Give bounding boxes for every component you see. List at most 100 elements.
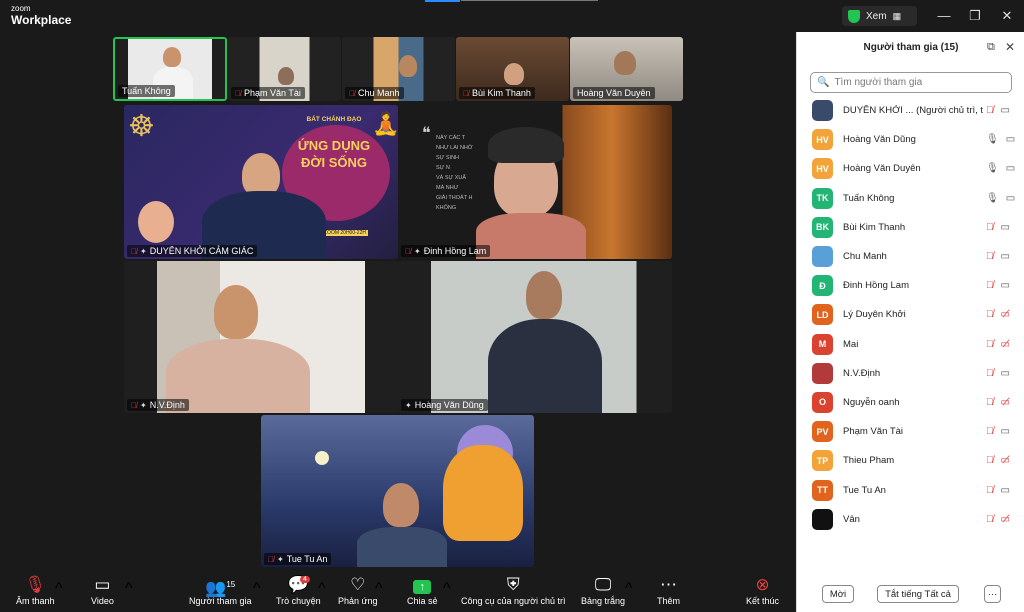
camera-off-icon[interactable]: ▭̸ xyxy=(1001,397,1010,408)
name-tag: 🎙̸ ✦ DUYÊN KHỞI CẢM GIÁC xyxy=(127,245,258,257)
close-window-button[interactable]: ✕ xyxy=(999,8,1015,24)
avatar: Đ xyxy=(812,275,833,297)
whiteboard-icon: 🖵 xyxy=(594,575,612,594)
mic-off-icon[interactable]: 🎙̸ xyxy=(986,426,994,437)
camera-on-icon[interactable]: ▭ xyxy=(1001,251,1010,262)
close-panel-icon[interactable]: ✕ xyxy=(1005,40,1015,54)
mic-off-icon[interactable]: 🎙̸ xyxy=(986,251,994,262)
participant-row[interactable]: O Nguyễn oanh 🎙̸ ▭̸ xyxy=(797,388,1024,417)
mic-off-icon[interactable]: 🎙̸ xyxy=(986,397,994,408)
participant-row[interactable]: HV Hoàng Văn Duyên 🎙 ▭ xyxy=(797,154,1024,183)
camera-on-icon[interactable]: ▭ xyxy=(1001,105,1010,116)
mic-off-icon[interactable]: 🎙̸ xyxy=(986,368,994,379)
participant-row[interactable]: PV Phạm Văn Tài 🎙̸ ▭ xyxy=(797,417,1024,446)
camera-on-icon[interactable]: ▭ xyxy=(1001,280,1010,291)
participant-search[interactable]: 🔍 xyxy=(810,72,1012,93)
chat-options-caret[interactable]: ^ xyxy=(318,580,326,598)
share-button[interactable]: ↑ Chia sẻ xyxy=(407,574,438,606)
video-tile-hoang-van-dung[interactable]: ✦ Hoàng Văn Dũng xyxy=(398,261,672,413)
video-tile-bui-kim-thanh[interactable]: 🎙̸ Bùi Kim Thanh xyxy=(456,37,569,101)
video-button[interactable]: ▭ Video xyxy=(91,574,114,606)
popout-icon[interactable]: ⧉ xyxy=(987,41,995,54)
restore-button[interactable]: ❐ xyxy=(967,8,983,24)
whiteboard-button[interactable]: 🖵 Bảng trắng xyxy=(581,574,625,606)
video-tile-duyen-khoi[interactable]: ☸ BÁT CHÁNH ĐẠO ỨNG DỤNG ĐỜI SỐNG ZOOM 2… xyxy=(124,105,398,259)
video-tile-tue-tu-an[interactable]: 🎙̸ ✦ Tue Tu An xyxy=(261,415,534,567)
pin-icon: ✦ xyxy=(277,554,284,564)
participant-row[interactable]: M Mai 🎙̸ ▭̸ xyxy=(797,330,1024,359)
participant-row[interactable]: Vân 🎙̸ ▭̸ xyxy=(797,505,1024,534)
video-tile-hoang-van-duyen[interactable]: Hoàng Văn Duyên xyxy=(570,37,683,101)
avatar: LD xyxy=(812,304,833,326)
video-tile-chu-manh[interactable]: 🎙̸ Chu Manh xyxy=(342,37,455,101)
chat-label: Trò chuyện xyxy=(276,596,321,606)
mic-off-icon[interactable]: 🎙̸ xyxy=(986,105,994,116)
audio-label: Âm thanh xyxy=(16,596,55,606)
video-tile-tuan-khong[interactable]: Tuấn Không xyxy=(113,37,227,101)
video-tile-nv-dinh[interactable]: 🎙̸ ✦ N.V.Định xyxy=(124,261,398,413)
reactions-options-caret[interactable]: ^ xyxy=(375,580,383,598)
view-button[interactable]: Xem ▦ xyxy=(842,6,917,26)
participant-status-icons: 🎙̸ ▭̸ xyxy=(986,514,1010,525)
participant-row[interactable]: HV Hoàng Văn Dũng 🎙 ▭ xyxy=(797,125,1024,154)
participant-video xyxy=(504,63,524,85)
participant-status-icons: 🎙̸ ▭ xyxy=(986,368,1010,379)
camera-on-icon[interactable]: ▭ xyxy=(1001,222,1010,233)
reactions-button[interactable]: ♡ Phản ứng xyxy=(338,574,378,606)
audio-button[interactable]: 🎙 Âm thanh xyxy=(16,574,55,606)
audio-options-caret[interactable]: ^ xyxy=(55,580,63,598)
video-tile-pham-van-tai[interactable]: 🎙̸ Phạm Văn Tài xyxy=(228,37,341,101)
meeting-toolbar: 🎙 Âm thanh ^ ▭ Video ^ 👥15 Người tham gi… xyxy=(0,570,796,612)
participant-video xyxy=(614,51,636,75)
chat-button[interactable]: 💬 4 Trò chuyện xyxy=(276,574,321,606)
participant-row[interactable]: LD Lý Duyên Khởi 🎙̸ ▭̸ xyxy=(797,300,1024,329)
camera-on-icon[interactable]: ▭ xyxy=(1001,426,1010,437)
minimize-button[interactable]: — xyxy=(936,8,952,23)
participant-hair xyxy=(488,127,564,163)
participant-video xyxy=(278,67,294,85)
mic-on-icon[interactable]: 🎙 xyxy=(986,163,999,174)
camera-off-icon[interactable]: ▭̸ xyxy=(1001,339,1010,350)
camera-off-icon[interactable]: ▭̸ xyxy=(1001,309,1010,320)
camera-on-icon[interactable]: ▭ xyxy=(1006,134,1015,145)
participant-row[interactable]: BK Bùi Kim Thanh 🎙̸ ▭ xyxy=(797,213,1024,242)
mic-off-icon[interactable]: 🎙̸ xyxy=(986,455,994,466)
camera-off-icon[interactable]: ▭̸ xyxy=(1001,455,1010,466)
participant-row[interactable]: N.V.Định 🎙̸ ▭ xyxy=(797,359,1024,388)
participant-row[interactable]: TT Tue Tu An 🎙̸ ▭ xyxy=(797,475,1024,504)
camera-on-icon[interactable]: ▭ xyxy=(1001,485,1010,496)
whiteboard-options-caret[interactable]: ^ xyxy=(625,580,633,598)
participants-options-caret[interactable]: ^ xyxy=(253,580,261,598)
mic-on-icon[interactable]: 🎙 xyxy=(986,193,999,204)
participants-icon: 👥15 xyxy=(205,578,236,598)
mic-off-icon[interactable]: 🎙̸ xyxy=(986,339,994,350)
search-input[interactable] xyxy=(834,77,1005,88)
participant-row[interactable]: DUYÊN KHỞI ... (Người chủ trì, tôi) 🎙̸ ▭ xyxy=(797,96,1024,125)
mic-off-icon[interactable]: 🎙̸ xyxy=(986,514,994,525)
mic-off-icon[interactable]: 🎙̸ xyxy=(986,485,994,496)
mic-off-icon[interactable]: 🎙̸ xyxy=(986,309,994,320)
participant-row[interactable]: Chu Manh 🎙̸ ▭ xyxy=(797,242,1024,271)
avatar xyxy=(812,100,833,122)
host-tools-button[interactable]: ⛨ Công cụ của người chủ trì xyxy=(461,574,565,606)
end-meeting-button[interactable]: ⊗ Kết thúc xyxy=(746,574,779,606)
camera-on-icon[interactable]: ▭ xyxy=(1006,163,1015,174)
video-options-caret[interactable]: ^ xyxy=(125,580,133,598)
participant-row[interactable]: TP Thieu Pham 🎙̸ ▭̸ xyxy=(797,446,1024,475)
share-options-caret[interactable]: ^ xyxy=(443,580,451,598)
camera-on-icon[interactable]: ▭ xyxy=(1006,193,1015,204)
mute-all-button[interactable]: Tắt tiếng Tất cả xyxy=(877,585,959,603)
panel-more-button[interactable]: ··· xyxy=(984,585,1001,603)
mic-on-icon[interactable]: 🎙 xyxy=(986,134,999,145)
mic-off-icon[interactable]: 🎙̸ xyxy=(986,222,994,233)
more-button[interactable]: ⋯ Thêm xyxy=(657,574,680,606)
participant-status-icons: 🎙̸ ▭ xyxy=(986,426,1010,437)
camera-off-icon[interactable]: ▭̸ xyxy=(1001,514,1010,525)
participant-row[interactable]: TK Tuấn Không 🎙 ▭ xyxy=(797,184,1024,213)
participants-button[interactable]: 👥15 Người tham gia xyxy=(189,574,251,606)
video-tile-dinh-hong-lam[interactable]: ❝ NÀY CÁC T NHƯ LAI NHỜ SỰ SINH SỰ N VÀ … xyxy=(398,105,672,259)
participant-row[interactable]: Đ Đinh Hồng Lam 🎙̸ ▭ xyxy=(797,271,1024,300)
camera-on-icon[interactable]: ▭ xyxy=(1001,368,1010,379)
invite-button[interactable]: Mời xyxy=(822,585,854,603)
mic-off-icon[interactable]: 🎙̸ xyxy=(986,280,994,291)
